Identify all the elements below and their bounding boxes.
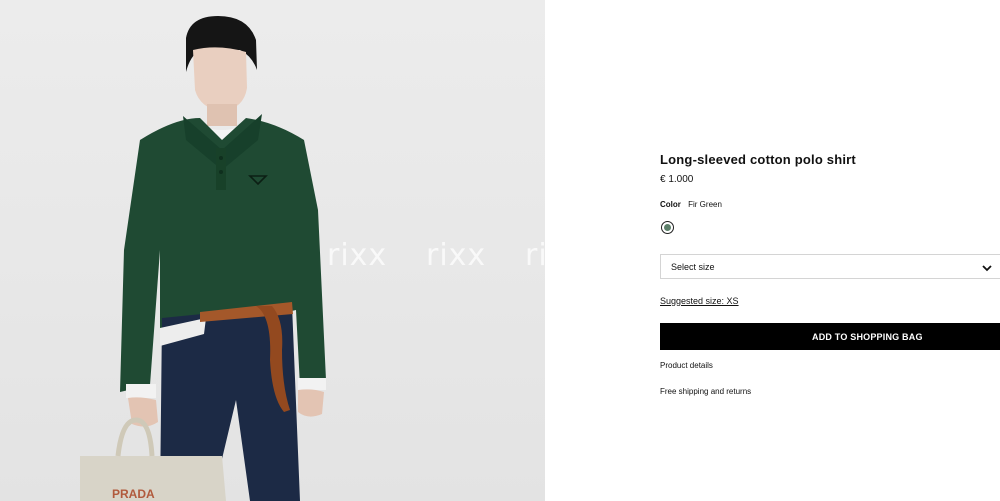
product-details-link[interactable]: Product details — [660, 361, 713, 370]
svg-text:PRADA: PRADA — [112, 487, 155, 501]
product-title: Long-sleeved cotton polo shirt — [660, 152, 856, 167]
chevron-down-icon — [981, 261, 993, 279]
watermark-text: rixx — [525, 238, 545, 273]
product-image[interactable]: PRADA rixx rixx rixx — [0, 0, 545, 501]
product-info-panel: Long-sleeved cotton polo shirt € 1.000 C… — [545, 0, 1000, 501]
add-to-bag-label: ADD TO SHOPPING BAG — [812, 332, 923, 342]
color-label: Color — [660, 200, 681, 209]
swatch-fill — [664, 224, 671, 231]
watermark-text: rixx — [327, 238, 388, 273]
suggested-size-link[interactable]: Suggested size: XS — [660, 296, 739, 306]
shipping-link[interactable]: Free shipping and returns — [660, 387, 751, 396]
add-to-bag-button[interactable]: ADD TO SHOPPING BAG — [660, 323, 1000, 350]
size-select[interactable]: Select size — [660, 254, 1000, 279]
color-swatch[interactable] — [661, 221, 674, 234]
color-row: Color Fir Green — [660, 200, 722, 209]
color-value: Fir Green — [688, 200, 722, 209]
product-price: € 1.000 — [660, 174, 694, 185]
size-select-placeholder: Select size — [671, 262, 715, 272]
watermark-text: rixx — [426, 238, 487, 273]
